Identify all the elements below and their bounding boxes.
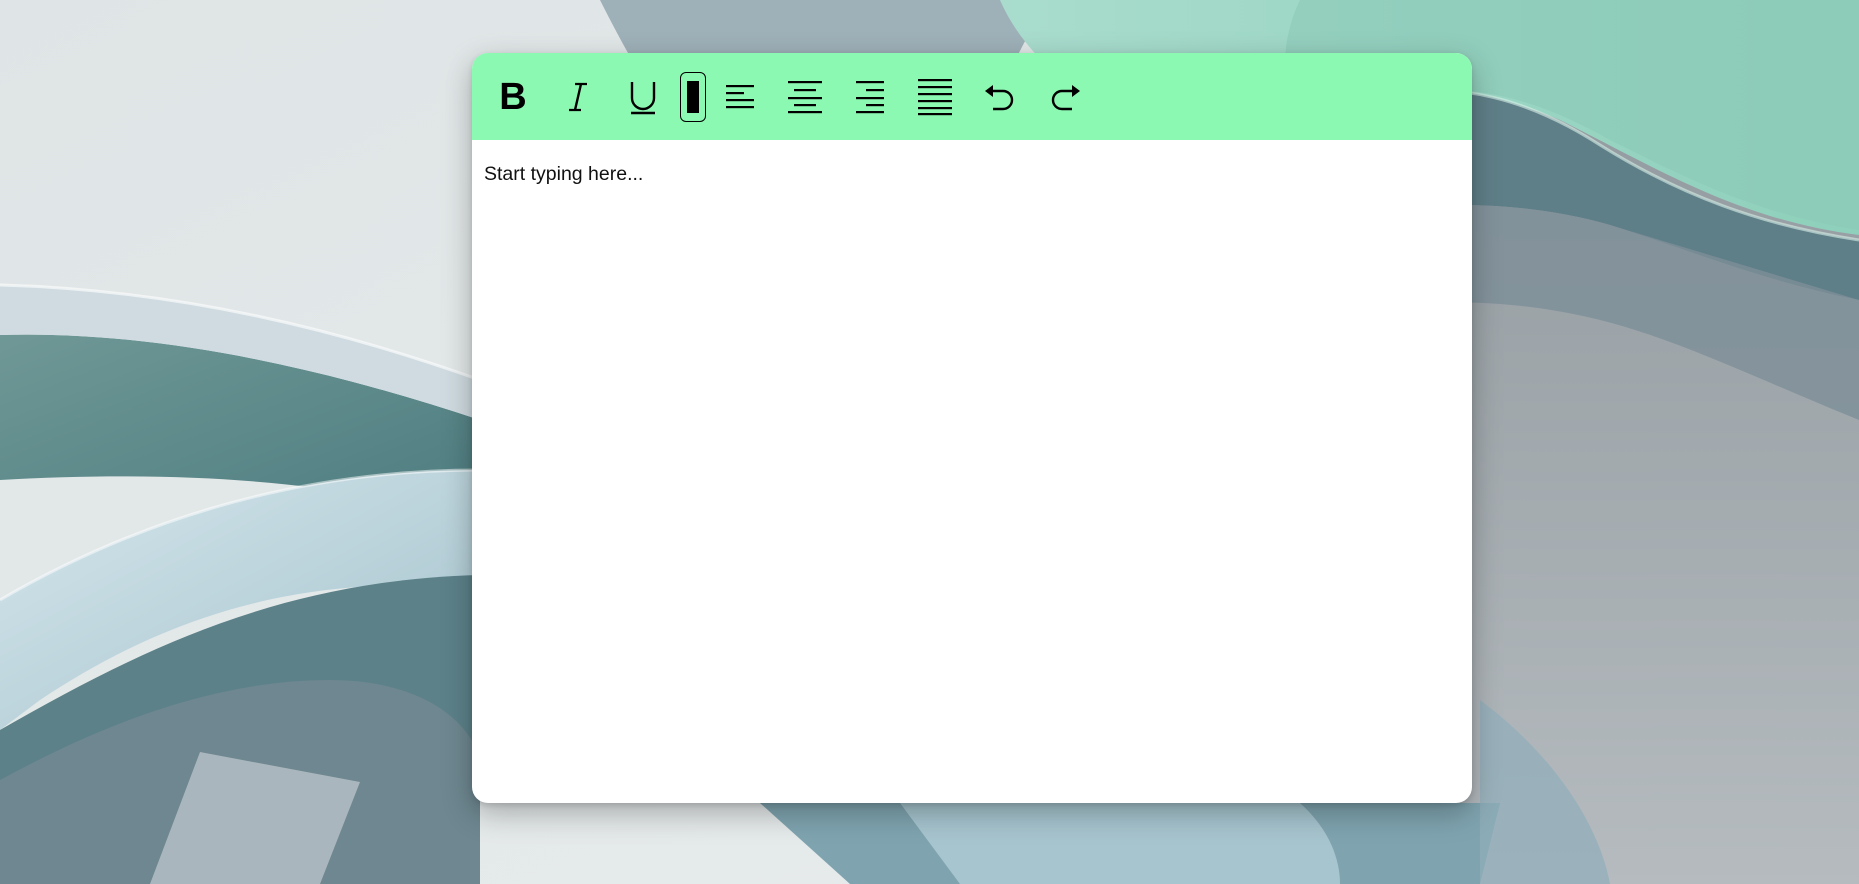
italic-icon: [568, 82, 587, 111]
redo-icon: [1051, 84, 1080, 110]
text-editor-window: B Start typing here...: [472, 53, 1472, 803]
bold-button[interactable]: B: [490, 74, 535, 119]
content-placeholder: Start typing here...: [484, 163, 644, 185]
align-left-icon: [725, 84, 754, 108]
underline-icon: [630, 81, 655, 114]
undo-button[interactable]: [977, 74, 1022, 119]
svg-text:B: B: [499, 79, 526, 115]
highlight-button[interactable]: [680, 71, 706, 122]
align-center-icon: [787, 80, 822, 113]
align-justify-icon: [917, 78, 952, 115]
underline-button[interactable]: [620, 74, 665, 119]
align-right-button[interactable]: [847, 74, 892, 119]
align-center-button[interactable]: [782, 74, 827, 119]
bold-icon: B: [499, 79, 526, 115]
redo-button[interactable]: [1042, 74, 1087, 119]
justify-button[interactable]: [912, 74, 957, 119]
highlight-icon: [687, 80, 699, 113]
editor-content-area[interactable]: Start typing here...: [472, 140, 1472, 740]
editor-toolbar: B: [472, 53, 1472, 140]
undo-icon: [984, 84, 1013, 110]
align-right-icon: [855, 80, 884, 113]
italic-button[interactable]: [555, 74, 600, 119]
align-left-button[interactable]: [717, 74, 762, 119]
